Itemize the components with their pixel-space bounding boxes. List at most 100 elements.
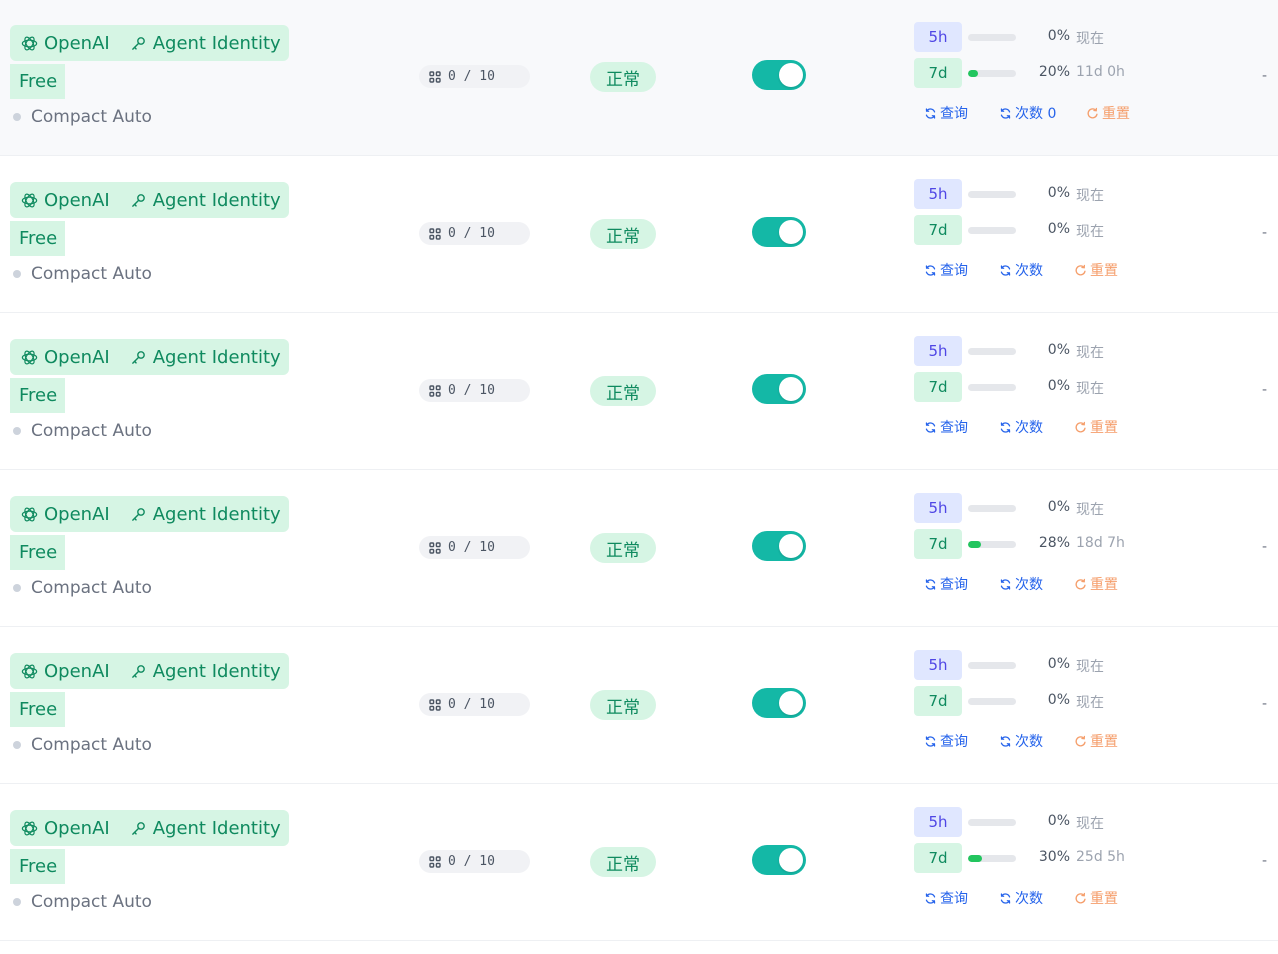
- enable-toggle[interactable]: [752, 845, 806, 875]
- account-row: OpenAI Agent Identity Free Compact Auto: [0, 471, 1278, 627]
- row-extra: -: [1262, 225, 1268, 241]
- count-label: 次数: [1015, 263, 1043, 279]
- enable-toggle[interactable]: [752, 374, 806, 404]
- key-icon: [131, 664, 145, 678]
- account-row: OpenAI Agent Identity Free Compact Auto: [0, 314, 1278, 470]
- toggle-knob: [779, 63, 803, 87]
- enable-toggle[interactable]: [752, 217, 806, 247]
- reset-button[interactable]: 重置: [1074, 260, 1118, 280]
- mode-label: Compact Auto: [31, 578, 152, 598]
- reset-button[interactable]: 重置: [1074, 417, 1118, 437]
- refresh-icon: [1000, 421, 1011, 433]
- count-button[interactable]: 次数: [999, 417, 1043, 437]
- window-5h-reset: 现在: [1076, 502, 1104, 518]
- reset-button[interactable]: 重置: [1074, 574, 1118, 594]
- count-button[interactable]: 次数 0: [999, 103, 1056, 123]
- count-button[interactable]: 次数: [999, 574, 1043, 594]
- account-row: OpenAI Agent Identity Free Compact Auto: [0, 785, 1278, 941]
- refresh-icon: [925, 421, 936, 433]
- status-badge: 正常: [590, 376, 656, 406]
- compact-mode: Compact Auto: [13, 420, 152, 442]
- mode-label: Compact Auto: [31, 264, 152, 284]
- compact-mode: Compact Auto: [13, 891, 152, 913]
- refresh-icon: [925, 264, 936, 276]
- provider-tag: OpenAI Agent Identity: [10, 810, 289, 846]
- window-7d-percent: 0%: [1047, 378, 1070, 394]
- key-icon: [131, 193, 145, 207]
- window-5h-label: 5h: [914, 650, 962, 680]
- mode-label: Compact Auto: [31, 735, 152, 755]
- count-label: 次数: [1015, 891, 1043, 907]
- key-icon: [131, 36, 145, 50]
- refresh-icon: [1000, 892, 1011, 904]
- openai-icon: [21, 507, 38, 521]
- status-badge: 正常: [590, 62, 656, 92]
- window-7d-percent: 0%: [1047, 692, 1070, 708]
- enable-toggle[interactable]: [752, 531, 806, 561]
- window-7d-percent: 20%: [1038, 64, 1070, 80]
- quota-value: 0 / 10: [448, 69, 495, 84]
- plan-badge: Free: [10, 692, 65, 727]
- window-7d-label: 7d: [914, 686, 962, 716]
- enable-toggle[interactable]: [752, 688, 806, 718]
- grid-icon: [429, 541, 441, 554]
- window-5h-label: 5h: [914, 807, 962, 837]
- reset-icon: [1075, 735, 1086, 746]
- query-button[interactable]: 查询: [924, 103, 968, 123]
- toggle-knob: [779, 377, 803, 401]
- openai-icon: [21, 350, 38, 364]
- provider-tag: OpenAI Agent Identity: [10, 496, 289, 532]
- window-5h-label: 5h: [914, 22, 962, 52]
- reset-button[interactable]: 重置: [1086, 103, 1130, 123]
- plan-badge: Free: [10, 221, 65, 256]
- window-5h-percent: 0%: [1047, 813, 1070, 829]
- window-5h-progress: [968, 662, 1016, 669]
- window-7d-reset: 现在: [1076, 381, 1104, 397]
- status-badge: 正常: [590, 533, 656, 563]
- row-extra: -: [1262, 853, 1268, 869]
- window-5h-percent: 0%: [1047, 499, 1070, 515]
- grid-icon: [429, 227, 441, 240]
- window-7d-progress: [968, 384, 1016, 391]
- window-7d-progress: [968, 855, 1016, 862]
- quota-pill: 0 / 10: [419, 850, 530, 873]
- window-5h-label: 5h: [914, 493, 962, 523]
- count-button[interactable]: 次数: [999, 260, 1043, 280]
- count-button[interactable]: 次数: [999, 888, 1043, 908]
- mode-dot: [13, 113, 21, 121]
- refresh-icon: [925, 892, 936, 904]
- count-button[interactable]: 次数: [999, 731, 1043, 751]
- window-7d-progress: [968, 70, 1016, 77]
- window-5h-reset: 现在: [1076, 345, 1104, 361]
- mode-dot: [13, 584, 21, 592]
- refresh-icon: [925, 578, 936, 590]
- row-extra: -: [1262, 696, 1268, 712]
- row-extra: -: [1262, 539, 1268, 555]
- mode-dot: [13, 427, 21, 435]
- window-7d-progress: [968, 227, 1016, 234]
- window-7d-percent: 28%: [1038, 535, 1070, 551]
- query-button[interactable]: 查询: [924, 417, 968, 437]
- compact-mode: Compact Auto: [13, 106, 152, 128]
- query-label: 查询: [940, 420, 968, 436]
- toggle-knob: [779, 220, 803, 244]
- window-7d-percent: 0%: [1047, 221, 1070, 237]
- reset-label: 重置: [1090, 263, 1118, 279]
- window-5h-reset: 现在: [1076, 31, 1104, 47]
- query-button[interactable]: 查询: [924, 888, 968, 908]
- reset-button[interactable]: 重置: [1074, 888, 1118, 908]
- account-row: OpenAI Agent Identity Free Compact Auto: [0, 157, 1278, 313]
- reset-button[interactable]: 重置: [1074, 731, 1118, 751]
- query-button[interactable]: 查询: [924, 574, 968, 594]
- query-button[interactable]: 查询: [924, 260, 968, 280]
- provider-name: OpenAI: [44, 32, 110, 54]
- quota-value: 0 / 10: [448, 383, 495, 398]
- query-button[interactable]: 查询: [924, 731, 968, 751]
- quota-value: 0 / 10: [448, 697, 495, 712]
- mode-dot: [13, 270, 21, 278]
- mode-dot: [13, 898, 21, 906]
- refresh-icon: [925, 107, 936, 119]
- window-5h-progress: [968, 191, 1016, 198]
- enable-toggle[interactable]: [752, 60, 806, 90]
- openai-icon: [21, 821, 38, 835]
